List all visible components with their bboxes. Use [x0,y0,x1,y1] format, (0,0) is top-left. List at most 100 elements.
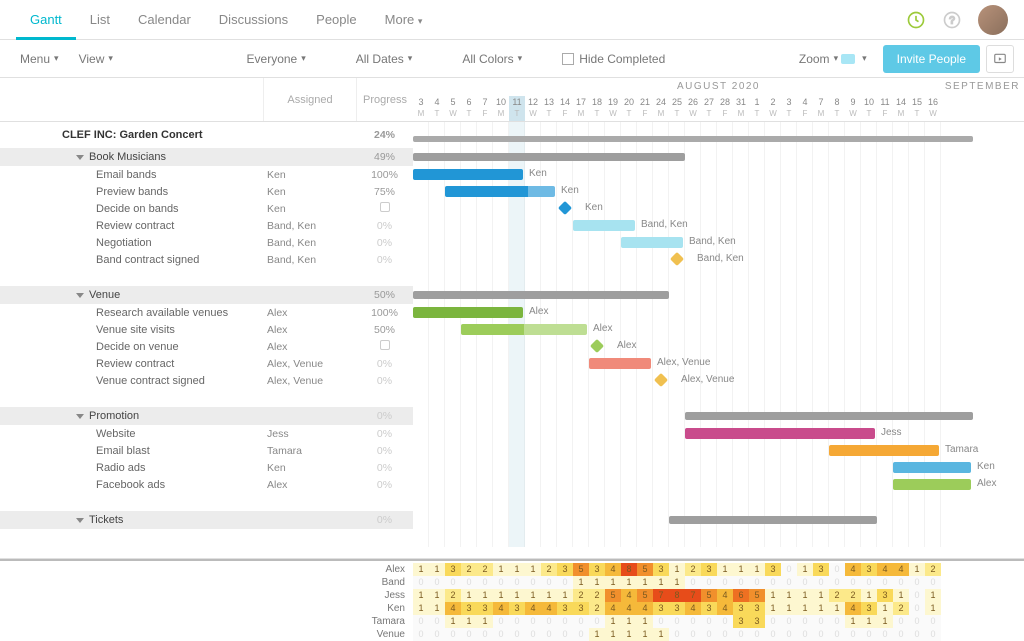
gantt-bar[interactable]: Ken [893,462,971,473]
task-row[interactable]: Venue site visitsAlex50% [0,321,413,338]
milestone[interactable] [670,252,684,266]
heatmap-row: Tamara001110000000111000003300000111000 [0,615,1024,628]
summary-bar[interactable] [413,291,669,299]
tab-discussions[interactable]: Discussions [205,0,302,40]
task-row[interactable]: NegotiationBand, Ken0% [0,234,413,251]
task-row[interactable]: Radio adsKen0% [0,459,413,476]
gantt-bar[interactable]: Alex [893,479,971,490]
invite-button[interactable]: Invite People [883,45,980,73]
day-cell: 11F [877,96,893,121]
timeline-month-2: SEPTEMBER [945,81,1020,92]
day-cell: 17M [573,96,589,121]
filter-dates[interactable]: All Dates▾ [346,52,423,66]
day-cell: 28F [717,96,733,121]
task-row[interactable]: Review contractAlex, Venue0% [0,355,413,372]
day-cell: 2W [765,96,781,121]
task-row[interactable]: Decide on venueAlex [0,338,413,355]
day-cell: 26W [685,96,701,121]
day-cell: 10T [861,96,877,121]
avatar[interactable] [978,5,1008,35]
present-button[interactable] [986,45,1014,73]
group-row[interactable]: Promotion0% [0,407,413,425]
zoom-dropdown[interactable]: Zoom▾▾ [789,52,877,66]
group-row[interactable]: Venue50% [0,286,413,304]
day-cell: 11T [509,96,525,121]
timeline-header: AUGUST 2020 SEPTEMBER 3M4T5W6T7F10M11T12… [413,78,1024,122]
gantt-bar[interactable]: Alex, Venue [589,358,651,369]
timeline-month: AUGUST 2020 [677,81,760,92]
tab-list[interactable]: List [76,0,124,40]
heatmap-row: Band000000000011111110000000000000000 [0,576,1024,589]
task-row[interactable]: Email blastTamara0% [0,442,413,459]
toolbar: Menu▾ View▾ Everyone▾ All Dates▾ All Col… [0,40,1024,78]
gantt-bar[interactable]: Band, Ken [621,237,683,248]
day-cell: 3M [413,96,429,121]
summary-bar[interactable] [685,412,973,420]
activity-icon[interactable] [902,6,930,34]
task-list-pane: Assigned Progress CLEF INC: Garden Conce… [0,78,413,641]
hide-completed-toggle[interactable]: Hide Completed [552,52,675,66]
heatmap-row: Alex113221112353485312311130130434412 [0,563,1024,576]
tab-more[interactable]: More ▾ [371,0,437,40]
task-row[interactable]: WebsiteJess0% [0,425,413,442]
task-row[interactable]: Facebook adsAlex0% [0,476,413,493]
day-cell: 27T [701,96,717,121]
filter-people[interactable]: Everyone▾ [237,52,316,66]
menu-dropdown[interactable]: Menu▾ [10,52,69,66]
day-cell: 31M [733,96,749,121]
day-cell: 24M [653,96,669,121]
tab-people[interactable]: People [302,0,370,40]
group-row[interactable]: Tickets0% [0,511,413,529]
group-row[interactable]: Book Musicians49% [0,148,413,166]
day-cell: 13T [541,96,557,121]
task-row[interactable]: Review contractBand, Ken0% [0,217,413,234]
day-cell: 8T [829,96,845,121]
filter-colors[interactable]: All Colors▾ [452,52,532,66]
day-cell: 21F [637,96,653,121]
day-cell: 14F [557,96,573,121]
gantt-bar[interactable]: Ken [445,186,555,197]
project-row[interactable]: CLEF INC: Garden Concert24% [0,122,413,148]
col-progress: Progress [356,78,413,121]
tab-gantt[interactable]: Gantt [16,0,76,40]
milestone[interactable] [590,339,604,353]
task-row[interactable]: Decide on bandsKen [0,200,413,217]
day-cell: 15T [909,96,925,121]
svg-text:?: ? [949,15,955,26]
gantt-pane: AUGUST 2020 SEPTEMBER 3M4T5W6T7F10M11T12… [413,78,1024,641]
help-icon[interactable]: ? [938,6,966,34]
day-cell: 16W [925,96,941,121]
day-cell: 14M [893,96,909,121]
top-nav: GanttListCalendarDiscussionsPeopleMore ▾… [0,0,1024,40]
task-row[interactable]: Venue contract signedAlex, Venue0% [0,372,413,389]
gantt-bar[interactable]: Jess [685,428,875,439]
day-cell: 7M [813,96,829,121]
summary-bar[interactable] [413,153,685,161]
day-cell: 12W [525,96,541,121]
task-row[interactable]: Band contract signedBand, Ken0% [0,251,413,268]
gantt-bar[interactable]: Tamara [829,445,939,456]
day-cell: 3T [781,96,797,121]
day-cell: 9W [845,96,861,121]
day-cell: 19W [605,96,621,121]
day-cell: 5W [445,96,461,121]
gantt-bar[interactable]: Alex [413,307,523,318]
gantt-bar[interactable]: Alex [461,324,587,335]
gantt-bar[interactable]: Band, Ken [573,220,635,231]
task-row[interactable]: Preview bandsKen75% [0,183,413,200]
milestone[interactable] [654,373,668,387]
view-dropdown[interactable]: View▾ [69,52,123,66]
tab-calendar[interactable]: Calendar [124,0,205,40]
day-cell: 1T [749,96,765,121]
day-cell: 7F [477,96,493,121]
day-cell: 18T [589,96,605,121]
milestone[interactable] [558,201,572,215]
day-cell: 6T [461,96,477,121]
day-cell: 20T [621,96,637,121]
gantt-bar[interactable]: Ken [413,169,523,180]
day-cell: 4F [797,96,813,121]
summary-bar[interactable] [669,516,877,524]
task-row[interactable]: Research available venuesAlex100% [0,304,413,321]
task-row[interactable]: Email bandsKen100% [0,166,413,183]
day-cell: 25T [669,96,685,121]
